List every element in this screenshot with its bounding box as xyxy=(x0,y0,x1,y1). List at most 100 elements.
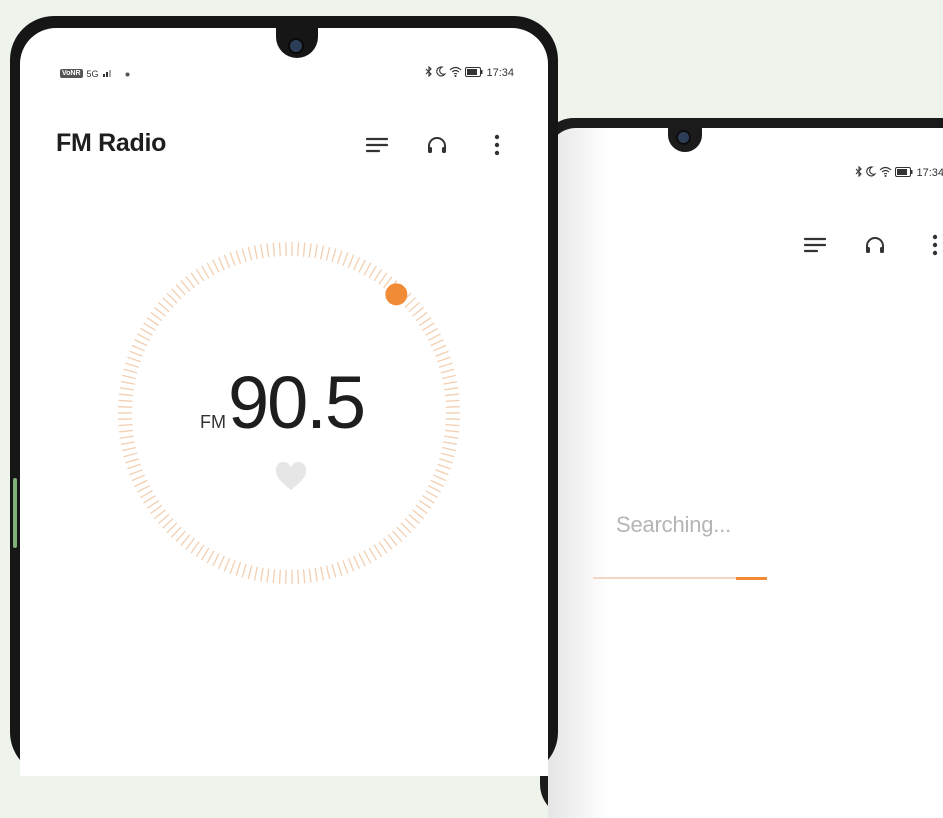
dial-tick xyxy=(441,453,455,457)
dial-tick xyxy=(181,280,190,291)
dial-tick xyxy=(419,318,431,326)
dial-tick xyxy=(176,531,185,542)
status-time: 17:34 xyxy=(916,167,943,179)
dial-tick xyxy=(254,567,257,581)
dial-tick xyxy=(416,505,427,513)
dial-tick xyxy=(445,430,459,432)
status-bar-left: VoNR 5G xyxy=(60,68,130,79)
dial-tick xyxy=(273,569,274,583)
dial-tick xyxy=(154,510,165,519)
dial-tick xyxy=(218,556,224,569)
dial-tick xyxy=(443,382,457,385)
dial-tick xyxy=(332,249,336,262)
dial-tick xyxy=(409,514,420,523)
dial-tick xyxy=(176,285,185,296)
headphones-icon[interactable] xyxy=(862,232,888,258)
dial-tick xyxy=(144,496,156,503)
battery-icon xyxy=(465,67,483,80)
dial-tick xyxy=(443,442,457,445)
list-icon[interactable] xyxy=(802,232,828,258)
frequency-value: 90.5 xyxy=(228,366,364,440)
dial-tick xyxy=(127,357,140,362)
bluetooth-icon xyxy=(855,166,863,180)
dial-tick xyxy=(413,510,424,519)
dial-tick xyxy=(196,269,204,281)
dial-tick xyxy=(446,400,460,401)
more-vertical-icon[interactable] xyxy=(484,132,510,158)
dial-tick xyxy=(122,448,136,451)
dial-tick xyxy=(163,519,173,528)
list-icon[interactable] xyxy=(364,132,390,158)
toolbar xyxy=(802,232,943,258)
more-vertical-icon[interactable] xyxy=(922,232,943,258)
signal-label: 5G xyxy=(87,69,99,79)
dial-tick xyxy=(158,303,169,312)
dial-tick xyxy=(135,480,148,486)
dial-knob[interactable] xyxy=(385,283,407,305)
dial-tick xyxy=(405,519,415,528)
dial-tick xyxy=(202,548,209,560)
signal-icon xyxy=(103,68,113,79)
dial-tick xyxy=(135,340,148,346)
dial-tick xyxy=(137,334,149,340)
dial-tick xyxy=(144,323,156,330)
dial-tick xyxy=(435,351,448,356)
dial-tick xyxy=(124,369,138,373)
dial-tick xyxy=(119,430,133,432)
headphones-icon[interactable] xyxy=(424,132,450,158)
app-title-fragment xyxy=(564,239,570,253)
dial-tick xyxy=(171,527,181,537)
moon-icon xyxy=(436,66,446,80)
dial-tick xyxy=(202,266,209,278)
dial-tick xyxy=(121,382,135,385)
right-phone-screen: 17:34 Searching... xyxy=(548,128,943,818)
dial-tick xyxy=(298,242,299,256)
left-phone-screen: VoNR 5G 17:34 FM Radio xyxy=(20,28,548,776)
dial-tick xyxy=(446,425,460,426)
dial-tick xyxy=(397,527,407,537)
dial-tick xyxy=(248,247,251,261)
dial-tick xyxy=(343,560,348,573)
dial-tick xyxy=(181,535,190,546)
dial-tick xyxy=(242,564,246,577)
dial-tick xyxy=(236,562,240,575)
dial-tick xyxy=(315,568,317,582)
dial-tick xyxy=(213,260,219,273)
dial-tick xyxy=(431,480,444,486)
dial-tick xyxy=(151,312,162,320)
dial-tick xyxy=(140,328,152,335)
dial-tick xyxy=(132,345,145,351)
dial-tick xyxy=(230,252,235,265)
dial-tick xyxy=(118,425,132,426)
dial-tick xyxy=(248,565,251,579)
dial-tick xyxy=(130,470,143,475)
notification-dot-icon xyxy=(125,69,130,79)
dial-tick xyxy=(437,464,450,469)
dial-tick xyxy=(401,523,411,533)
dial-tick xyxy=(445,394,459,396)
scan-progress-fill xyxy=(736,577,767,580)
dial-tick xyxy=(121,442,135,445)
dial-tick xyxy=(186,538,194,549)
status-time: 17:34 xyxy=(486,67,514,79)
dial-tick xyxy=(332,564,336,577)
dial-tick xyxy=(413,307,424,316)
dial-tick xyxy=(273,243,274,257)
dial-tick xyxy=(207,263,214,275)
dial-tick xyxy=(442,375,456,378)
dial-tick xyxy=(280,242,281,256)
dial-tick xyxy=(254,246,257,260)
dial-tick xyxy=(393,531,402,542)
side-button[interactable] xyxy=(13,478,17,548)
dial-tick xyxy=(303,569,304,583)
dial-tick xyxy=(140,491,152,498)
dial-tick xyxy=(298,570,299,584)
dial-tick xyxy=(338,250,342,263)
heart-icon[interactable] xyxy=(275,462,307,492)
dial-tick xyxy=(171,289,181,299)
dial-tick xyxy=(186,277,194,288)
dial-tick xyxy=(309,243,311,257)
frequency-display: FM 90.5 xyxy=(200,366,364,440)
dial-tick xyxy=(441,369,455,373)
dial-tick xyxy=(191,542,199,553)
